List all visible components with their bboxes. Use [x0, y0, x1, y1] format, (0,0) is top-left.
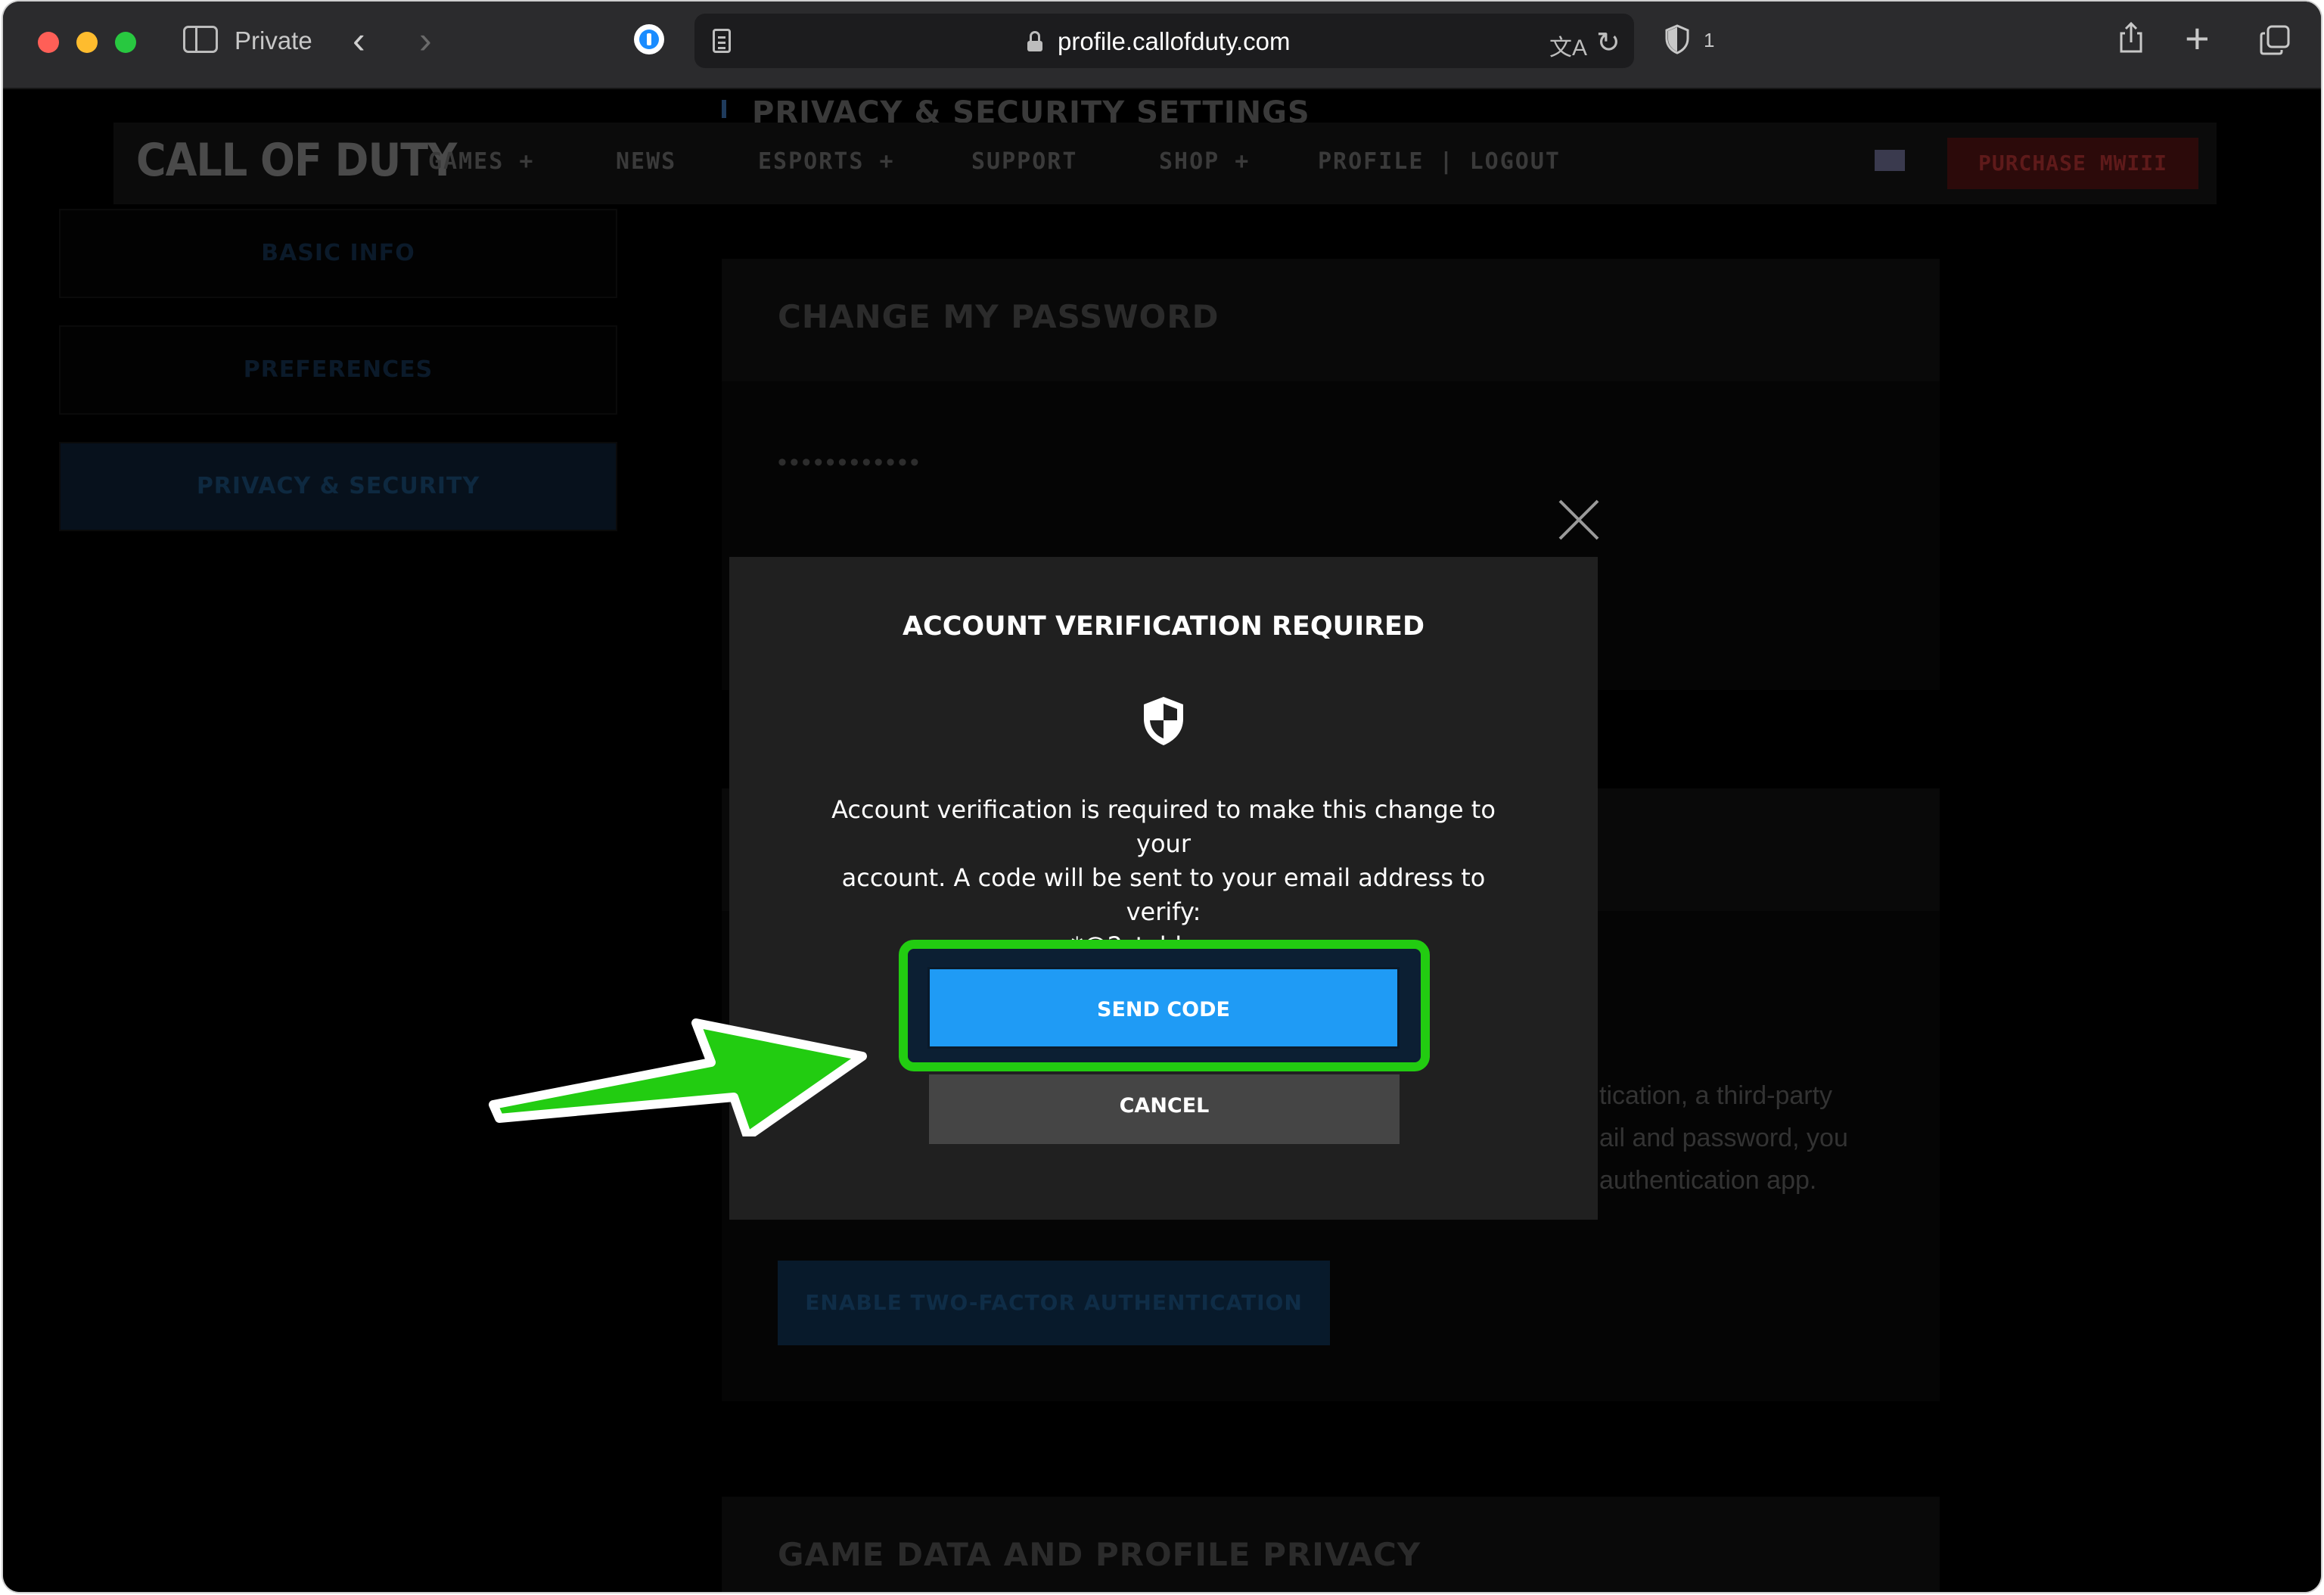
close-icon[interactable] — [1557, 498, 1601, 542]
url-text[interactable]: profile.callofduty.com — [1058, 27, 1291, 56]
sidebar-item-basic-info[interactable]: BASIC INFO — [59, 209, 617, 298]
close-window-button[interactable] — [38, 32, 59, 53]
title-accent — [722, 100, 726, 118]
private-label: Private — [235, 26, 312, 54]
tracker-count: 1 — [1704, 29, 1715, 51]
site-navigation: CALL OF DUTY GAMES + NEWS ESPORTS + SUPP… — [113, 123, 2217, 204]
sidebar-item-privacy-security[interactable]: PRIVACY & SECURITY — [59, 442, 617, 531]
privacy-shield-icon[interactable] — [1664, 24, 1690, 54]
reader-icon[interactable] — [713, 29, 731, 53]
game-data-title: GAME DATA AND PROFILE PRIVACY — [778, 1536, 1421, 1573]
nav-support[interactable]: SUPPORT — [971, 148, 1077, 175]
sidebar-item-preferences[interactable]: PREFERENCES — [59, 325, 617, 415]
lock-icon — [1027, 31, 1042, 51]
purchase-button[interactable]: PURCHASE MWIII — [1947, 138, 2198, 189]
nav-esports[interactable]: ESPORTS + — [758, 148, 895, 175]
nav-profile-logout[interactable]: PROFILE | LOGOUT — [1318, 148, 1561, 175]
enable-2fa-button[interactable]: ENABLE TWO-FACTOR AUTHENTICATION — [778, 1261, 1330, 1345]
reload-icon[interactable]: ↻ — [1596, 26, 1620, 60]
nav-games[interactable]: GAMES + — [428, 148, 534, 175]
nav-news[interactable]: NEWS — [616, 148, 676, 175]
translate-icon[interactable]: 文A — [1549, 29, 1587, 62]
flag-icon[interactable] — [1875, 150, 1905, 171]
new-tab-icon[interactable]: + — [2185, 14, 2210, 63]
zoom-window-button[interactable] — [115, 32, 136, 53]
forward-icon[interactable]: › — [419, 18, 432, 62]
modal-message-line: Account verification is required to make… — [831, 795, 1496, 858]
shield-icon — [1144, 697, 1183, 745]
tab-overview-icon[interactable] — [2259, 24, 2291, 56]
browser-window: Private ‹ › profile.callofduty.com 文A ↻ … — [3, 2, 2321, 1592]
cancel-button[interactable]: CANCEL — [929, 1074, 1400, 1144]
change-password-title: CHANGE MY PASSWORD — [778, 298, 1219, 335]
browser-toolbar: Private ‹ › profile.callofduty.com 文A ↻ … — [3, 2, 2321, 89]
share-icon[interactable] — [2118, 21, 2144, 53]
password-manager-icon[interactable] — [634, 24, 664, 54]
nav-shop[interactable]: SHOP + — [1159, 148, 1250, 175]
modal-title: ACCOUNT VERIFICATION REQUIRED — [902, 611, 1425, 642]
twofa-text-line: ail and password, you — [1599, 1124, 1848, 1152]
annotation-arrow — [489, 1018, 867, 1136]
modal-message-line: account. A code will be sent to your ema… — [841, 863, 1486, 926]
twofa-text-line: tication, a third-party — [1599, 1081, 1833, 1110]
minimize-window-button[interactable] — [76, 32, 98, 53]
masked-password: •••••••••••• — [778, 448, 922, 477]
address-bar[interactable]: profile.callofduty.com 文A ↻ — [694, 14, 1634, 68]
sidebar-icon[interactable] — [183, 26, 218, 53]
modal-message: Account verification is required to make… — [805, 793, 1522, 963]
site-logo[interactable]: CALL OF DUTY — [136, 134, 457, 186]
back-icon[interactable]: ‹ — [353, 18, 365, 62]
send-code-button[interactable]: SEND CODE — [927, 967, 1400, 1049]
game-data-card: GAME DATA AND PROFILE PRIVACY — [722, 1497, 1940, 1592]
twofa-text-line: authentication app. — [1599, 1166, 1817, 1195]
